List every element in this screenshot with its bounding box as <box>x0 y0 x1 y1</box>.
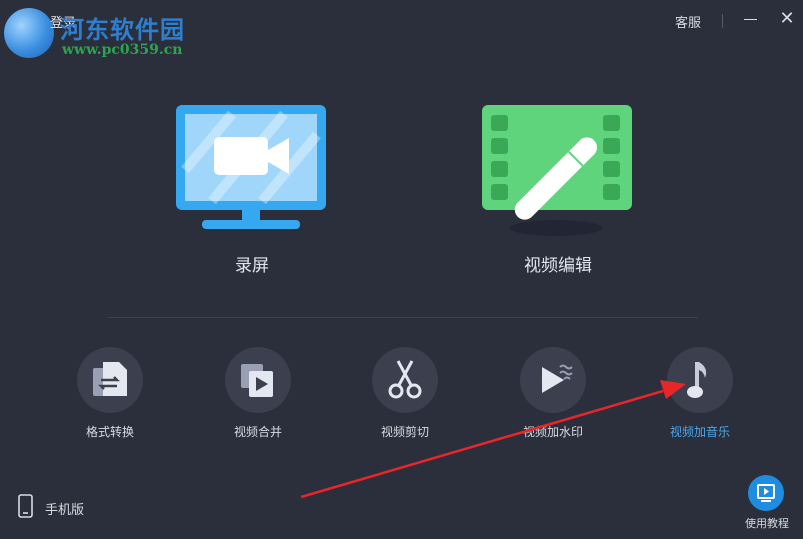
phone-icon <box>18 494 33 518</box>
format-convert-icon <box>77 347 143 413</box>
video-add-music-label: 视频加音乐 <box>669 425 730 439</box>
format-convert-tool[interactable]: 格式转换 <box>55 347 165 447</box>
annotation-arrow <box>300 380 686 499</box>
video-cut-tool[interactable]: 视频剪切 <box>350 347 460 447</box>
format-convert-label: 格式转换 <box>85 425 134 439</box>
video-watermark-label: 视频加水印 <box>522 425 583 439</box>
watermark-icon <box>520 347 586 413</box>
video-watermark-tool[interactable]: 视频加水印 <box>498 347 608 447</box>
film-pen-icon <box>482 105 632 236</box>
tutorial-label: 使用教程 <box>745 517 789 530</box>
monitor-camera-icon <box>176 105 326 229</box>
screen-record-tile[interactable]: 录屏 <box>172 100 332 280</box>
section-divider <box>108 317 698 318</box>
video-merge-tool[interactable]: 视频合并 <box>203 347 313 447</box>
tutorial-button[interactable]: 使用教程 <box>737 475 797 535</box>
video-add-music-tool[interactable]: 视频加音乐 <box>645 347 755 447</box>
screen-record-label: 录屏 <box>235 256 269 276</box>
video-cut-label: 视频剪切 <box>380 425 429 439</box>
close-button[interactable]: ✕ <box>778 8 796 30</box>
video-edit-label: 视频编辑 <box>524 256 592 276</box>
scissors-icon <box>372 347 438 413</box>
mobile-version-label: 手机版 <box>45 503 85 518</box>
titlebar-divider <box>722 14 723 28</box>
watermark-url: www.pc0359.cn <box>62 42 183 58</box>
tutorial-icon <box>748 475 784 511</box>
watermark-logo-icon <box>4 8 54 58</box>
video-merge-label: 视频合并 <box>233 425 282 439</box>
customer-service-button[interactable]: 客服 <box>675 12 701 31</box>
title-bar: 登录 河东软件园 www.pc0359.cn 客服 ✕ <box>0 0 803 58</box>
minimize-button[interactable] <box>742 8 760 30</box>
video-edit-tile[interactable]: 视频编辑 <box>478 100 638 280</box>
watermark-site-name: 河东软件园 <box>60 15 185 44</box>
video-merge-icon <box>225 347 291 413</box>
music-note-icon <box>667 347 733 413</box>
